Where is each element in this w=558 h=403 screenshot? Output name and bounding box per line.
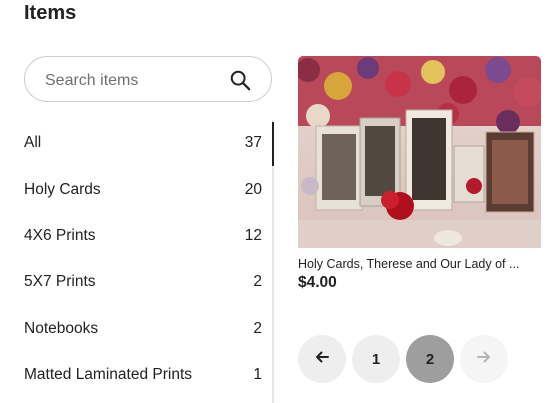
section-label: All [24, 134, 42, 152]
arrow-right-icon [476, 349, 492, 369]
section-count: 20 [244, 180, 262, 198]
page-2-button[interactable]: 2 [406, 335, 454, 383]
section-label: 4X6 Prints [24, 226, 96, 244]
search-input[interactable] [43, 69, 227, 93]
section-count: 12 [244, 226, 262, 244]
section-item-holy-cards[interactable]: Holy Cards 20 [24, 166, 262, 212]
section-item-notebooks[interactable]: Notebooks 2 [24, 306, 262, 352]
product-card[interactable]: Holy Cards, Therese and Our Lady of ... … [298, 56, 541, 292]
section-label: Matted Laminated Prints [24, 366, 193, 384]
section-item-4x6-prints[interactable]: 4X6 Prints 12 [24, 213, 262, 259]
page-1-button[interactable]: 1 [352, 335, 400, 383]
section-list: All 37 Holy Cards 20 4X6 Prints 12 5X7 P… [24, 120, 262, 398]
section-item-matted-laminated-prints[interactable]: Matted Laminated Prints 1 [24, 352, 262, 398]
section-item-all[interactable]: All 37 [24, 120, 262, 166]
next-page-button[interactable] [460, 335, 508, 383]
section-count: 37 [244, 134, 262, 152]
section-label: Notebooks [24, 319, 99, 337]
previous-page-button[interactable] [298, 335, 346, 383]
product-price: $4.00 [298, 274, 337, 291]
section-label: Holy Cards [24, 180, 101, 198]
active-section-indicator [272, 122, 274, 166]
product-title[interactable]: Holy Cards, Therese and Our Lady of ... [298, 257, 541, 271]
section-item-5x7-prints[interactable]: 5X7 Prints 2 [24, 259, 262, 305]
section-label: 5X7 Prints [24, 273, 96, 291]
arrow-left-icon [314, 349, 330, 369]
search-box[interactable] [24, 56, 272, 102]
product-image[interactable] [298, 56, 541, 248]
page-title: Items [24, 2, 77, 24]
section-count: 2 [253, 319, 262, 337]
search-icon[interactable] [229, 69, 251, 91]
section-count: 1 [253, 366, 262, 384]
section-count: 2 [253, 273, 262, 291]
